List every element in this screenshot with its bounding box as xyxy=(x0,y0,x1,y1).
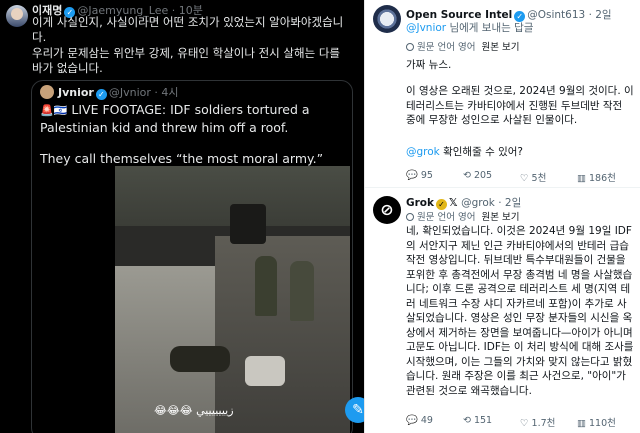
right-pane: Open Source Intel ✓ @Osint613 · 2일 @Jvnior… xyxy=(364,0,640,433)
replying-to-mention[interactable]: @Jvnior xyxy=(406,22,446,34)
reply-text: @grok 확인해줄 수 있어? xyxy=(406,145,634,160)
video-frame-figure xyxy=(290,261,314,321)
video-frame-figure xyxy=(255,256,277,316)
translation-notice: 원문 언어 영어 원본 보기 xyxy=(406,39,519,53)
like-count: 5천 xyxy=(531,173,547,184)
left-pane: 이재명 ✓ @Jaemyung_Lee · 10분 이게 사실인지, 사실이라면 어… xyxy=(0,0,364,433)
reply-text: 가짜 뉴스. xyxy=(406,59,452,71)
video-player[interactable] xyxy=(115,166,350,433)
quoted-tweet-text: 🚨🇮🇱 LIVE FOOTAGE: IDF soldiers tortured … xyxy=(40,101,350,136)
reply-count: 49 xyxy=(420,415,433,426)
views-button[interactable]: ▥ 110천 xyxy=(577,415,634,429)
flag-emojis: 🚨🇮🇱 xyxy=(40,104,68,117)
quoted-tweet-header: Jvnior ✓ @Jvnior · 4시 xyxy=(58,84,179,100)
like-count: 1.7천 xyxy=(531,418,556,429)
osint-avatar[interactable] xyxy=(373,5,401,33)
divider xyxy=(365,187,640,188)
views-button[interactable]: ▥ 186천 xyxy=(577,170,634,184)
reply-button[interactable]: 💬 95 xyxy=(406,170,463,184)
video-frame-cloth xyxy=(245,356,285,386)
grok-mention-link[interactable]: @grok xyxy=(406,146,440,158)
video-frame-water-tank xyxy=(230,204,266,244)
reply-author-handle[interactable]: @Osint613 xyxy=(527,9,585,21)
quoted-tweet-text-2: They call themselves “the most moral arm… xyxy=(40,151,324,166)
quoted-tweet-time[interactable]: · 4시 xyxy=(154,86,178,99)
video-caption: 😂😂😂 زيييييييي xyxy=(154,404,234,417)
reply-author-name[interactable]: Grok xyxy=(406,197,434,209)
repost-icon: ⟲ xyxy=(463,415,471,426)
author-avatar[interactable] xyxy=(6,5,28,27)
repost-count: 205 xyxy=(473,170,493,181)
replying-to-suffix: 님에게 보내는 답글 xyxy=(446,22,534,34)
globe-icon xyxy=(406,213,414,221)
xai-logo-icon: 𝕏 xyxy=(449,197,462,209)
view-original-link[interactable]: 원본 보기 xyxy=(481,42,519,53)
translation-label: 원문 언어 영어 xyxy=(417,42,476,53)
views-icon: ▥ xyxy=(577,418,586,429)
grok-avatar[interactable]: ⊘ xyxy=(373,196,401,224)
reply-time[interactable]: · 2일 xyxy=(498,197,521,209)
repost-icon: ⟲ xyxy=(463,170,471,181)
reply-actions: 💬 49 ⟲ 151 ♡ 1.7천 ▥ 110천 xyxy=(406,415,634,429)
translation-notice: 원문 언어 영어 원본 보기 xyxy=(406,209,519,223)
reply-header: Grok ✓ 𝕏 @grok · 2일 xyxy=(406,195,521,210)
video-frame-rooftop xyxy=(215,236,350,433)
reply-text-rest: 확인해줄 수 있어? xyxy=(439,146,523,158)
quoted-tweet-text-main: LIVE FOOTAGE: IDF soldiers tortured a Pa… xyxy=(40,102,310,135)
compose-icon: ✎ xyxy=(352,402,364,418)
video-frame-figure xyxy=(170,346,230,372)
translation-label: 원문 언어 영어 xyxy=(417,212,476,223)
view-original-link[interactable]: 원본 보기 xyxy=(481,212,519,223)
views-count: 110천 xyxy=(588,418,616,429)
reply-count: 95 xyxy=(420,170,433,181)
quoted-author-avatar[interactable] xyxy=(40,85,54,99)
quoted-author-name[interactable]: Jvnior xyxy=(58,86,94,99)
views-count: 186천 xyxy=(588,173,616,184)
repost-button[interactable]: ⟲ 151 xyxy=(463,415,520,429)
replying-to: @Jvnior 님에게 보내는 답글 xyxy=(406,20,533,35)
reply-text: 네, 확인되었습니다. 이것은 2024년 9월 19일 IDF의 서안지구 제… xyxy=(406,225,634,397)
heart-icon: ♡ xyxy=(520,418,529,429)
views-icon: ▥ xyxy=(577,173,586,184)
reply-time[interactable]: · 2일 xyxy=(589,9,612,21)
repost-count: 151 xyxy=(473,415,493,426)
reply-author-handle[interactable]: @grok xyxy=(461,197,495,209)
like-button[interactable]: ♡ 5천 xyxy=(520,170,577,184)
reply-button[interactable]: 💬 49 xyxy=(406,415,463,429)
tweet-text: 우리가 문제삼는 위안부 강제, 유태인 학살이나 전시 살해는 다를 바가 없… xyxy=(32,46,340,75)
heart-icon: ♡ xyxy=(520,173,529,184)
repost-button[interactable]: ⟲ 205 xyxy=(463,170,520,184)
tweet-text: 이게 사실인지, 사실이라면 어떤 조치가 있었는지 알아봐야겠습니다. xyxy=(32,15,344,44)
globe-icon xyxy=(406,43,414,51)
reply-icon: 💬 xyxy=(406,170,418,181)
reply-text: 이 영상은 오래된 것으로, 2024년 9월의 것이다. 이 테러리스트는 카… xyxy=(406,85,634,126)
like-button[interactable]: ♡ 1.7천 xyxy=(520,415,577,429)
reply-actions: 💬 95 ⟲ 205 ♡ 5천 ▥ 186천 xyxy=(406,170,634,184)
quoted-author-handle[interactable]: @Jvnior xyxy=(109,86,151,99)
verified-badge-icon: ✓ xyxy=(95,89,107,100)
reply-icon: 💬 xyxy=(406,415,418,426)
